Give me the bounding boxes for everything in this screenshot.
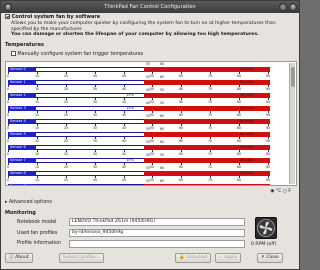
- trigger-marker[interactable]: 60: [160, 62, 164, 66]
- fan-rpm: 0 RPM (off): [251, 242, 277, 247]
- advanced-label: Advanced options: [8, 200, 52, 205]
- trigger-marker[interactable]: 45: [146, 88, 150, 92]
- close-window-icon[interactable]: ×: [289, 3, 297, 11]
- fan-state-label: fan:shd: [240, 184, 254, 186]
- manual-config-checkbox[interactable]: [11, 51, 16, 56]
- fan-profiles-field[interactable]: by-id/lenovo_9450h9g: [69, 229, 245, 237]
- fan-profiles-label: Used fan profiles: [17, 231, 58, 236]
- celsius-radio-icon[interactable]: ◉: [270, 189, 274, 194]
- trigger-marker[interactable]: 55: [146, 114, 150, 118]
- notebook-model-field[interactable]: LENOVO ThinkPad Z61m (9450H9G): [69, 218, 245, 226]
- submit-profile-button[interactable]: Submit profile...: [59, 253, 104, 263]
- fan-icon: [255, 217, 277, 239]
- apply-button[interactable]: ✓ Apply: [215, 253, 242, 263]
- manual-config-label: Manually configure system fan trigger te…: [17, 52, 144, 57]
- about-icon: ⓘ: [9, 255, 14, 260]
- expander-arrow-icon: ▸: [5, 200, 8, 205]
- window-menu-icon[interactable]: ▾: [4, 3, 12, 11]
- trigger-marker[interactable]: 60: [160, 140, 164, 144]
- apply-icon: ✓: [219, 255, 223, 260]
- window-title: ThinkPad Fan Control Configuration: [104, 4, 196, 10]
- profile-info-field[interactable]: [69, 240, 245, 248]
- trigger-marker[interactable]: 55: [146, 179, 150, 183]
- fan-control-window: ▾ ThinkPad Fan Control Configuration – ×…: [0, 0, 300, 270]
- temperatures-title: Temperatures: [5, 42, 44, 48]
- close-button[interactable]: ✕ Close: [257, 253, 283, 263]
- about-button[interactable]: ⓘ About: [5, 253, 33, 263]
- sensor-name: Sensor 9: [10, 184, 26, 186]
- trigger-marker[interactable]: 55: [146, 62, 150, 66]
- control-description: Allows you to make your computer quieter…: [11, 21, 276, 32]
- trigger-marker[interactable]: 60: [160, 127, 164, 131]
- trigger-marker[interactable]: 60: [160, 75, 164, 79]
- trigger-marker[interactable]: 60: [160, 114, 164, 118]
- trigger-marker[interactable]: 45: [146, 153, 150, 157]
- trigger-marker[interactable]: 55: [146, 75, 150, 79]
- close-icon: ✕: [261, 255, 265, 260]
- unit-selector: ◉ °C ○ F: [270, 189, 291, 194]
- scrollbar-thumb[interactable]: [291, 67, 295, 87]
- trigger-marker[interactable]: 60: [160, 179, 164, 183]
- trigger-marker[interactable]: 55: [146, 166, 150, 170]
- unlock-icon: 🔓: [179, 255, 185, 260]
- celsius-label: °C: [275, 189, 282, 194]
- sensor-row: Sensor 9fan:shd55600102030405060708090: [8, 179, 286, 186]
- control-checkbox[interactable]: [5, 14, 10, 19]
- advanced-expander[interactable]: ▸ Advanced options: [5, 200, 52, 205]
- monitoring-title: Monitoring: [5, 210, 36, 216]
- trigger-marker[interactable]: 45: [146, 101, 150, 105]
- sensor-scrollbar[interactable]: [289, 63, 295, 184]
- trigger-marker[interactable]: 55: [146, 140, 150, 144]
- notebook-model-label: Notebook model: [17, 220, 57, 225]
- trigger-marker[interactable]: 55: [160, 88, 164, 92]
- control-section: Control system fan by software Allows yo…: [5, 14, 297, 38]
- profile-info-label: Profile information: [17, 241, 62, 246]
- fahrenheit-label: F: [288, 189, 291, 194]
- title-bar: ▾ ThinkPad Fan Control Configuration – ×: [1, 1, 299, 13]
- minimize-icon[interactable]: –: [279, 3, 287, 11]
- manual-config-row: Manually configure system fan trigger te…: [11, 51, 143, 58]
- trigger-marker[interactable]: 60: [160, 166, 164, 170]
- control-warning: You can damage or shorten the lifespan o…: [11, 32, 259, 38]
- fahrenheit-radio-icon[interactable]: ○: [283, 189, 287, 194]
- sensor-list[interactable]: Sensor 0 fan:shd 55 60 0 10 20 30 40 50 60 70 80 90 Se…: [5, 61, 297, 186]
- unlocked-button[interactable]: 🔓 Unlocked: [175, 253, 212, 263]
- trigger-marker[interactable]: 55: [146, 127, 150, 131]
- control-label: Control system fan by software: [11, 14, 101, 20]
- trigger-marker[interactable]: 55: [160, 153, 164, 157]
- trigger-marker[interactable]: 55: [160, 101, 164, 105]
